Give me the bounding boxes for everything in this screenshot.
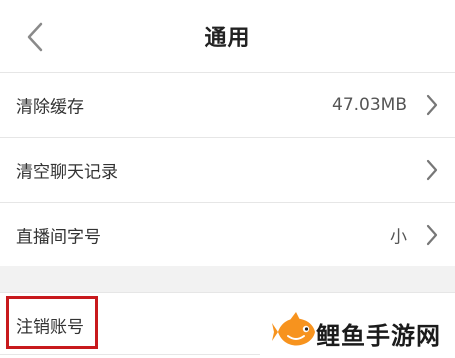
watermark-text: 鲤鱼手游网 (316, 322, 441, 350)
font-size-value: 小 (390, 227, 407, 248)
chevron-right-icon (426, 159, 438, 181)
page-title: 通用 (204, 26, 251, 51)
chevron-right-icon (426, 224, 438, 246)
settings-row-label: 清空聊天记录 (16, 162, 118, 183)
header-bar: 通用 (0, 0, 455, 72)
divider (0, 354, 260, 355)
section-gap (0, 266, 455, 292)
settings-row-label: 直播间字号 (16, 227, 101, 248)
cache-size-value: 47.03MB (332, 95, 407, 115)
chevron-right-icon (426, 94, 438, 116)
settings-row-font-size[interactable]: 直播间字号 小 (0, 203, 455, 267)
watermark-logo: 鲤鱼手游网 (272, 310, 452, 354)
settings-row-clear-chat[interactable]: 清空聊天记录 (0, 138, 455, 202)
fish-logo-icon (272, 312, 315, 346)
settings-row-label: 清除缓存 (16, 97, 84, 118)
settings-row-clear-cache[interactable]: 清除缓存 47.03MB (0, 73, 455, 137)
highlight-box (6, 296, 98, 349)
